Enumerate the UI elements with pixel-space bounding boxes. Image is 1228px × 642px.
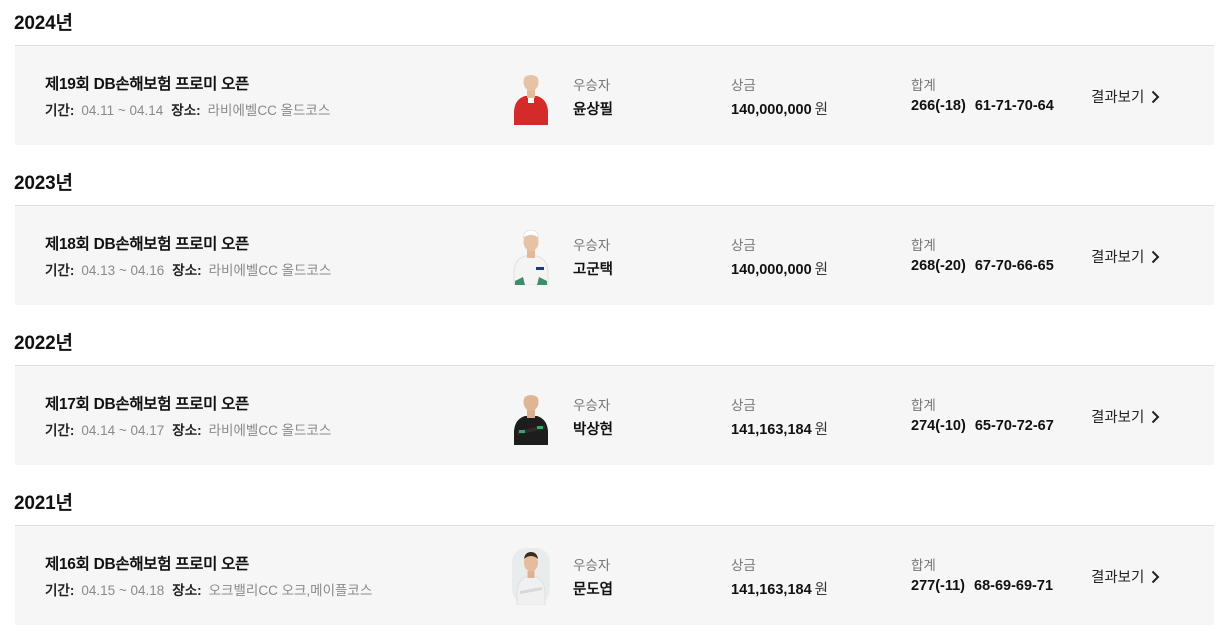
winner-photo: [511, 547, 551, 606]
venue-label: 장소:: [172, 423, 202, 438]
winner-label: 우승자: [573, 558, 611, 573]
tournament-meta: 기간: 04.13 ~ 04.16 장소: 라비에벨CC 올드코스: [45, 259, 331, 279]
total-score: 266(-18): [911, 98, 966, 114]
venue-label: 장소:: [172, 263, 202, 278]
winner-label: 우승자: [573, 238, 611, 253]
prize-amount: 141,163,184: [731, 422, 812, 438]
view-results-link[interactable]: 결과보기: [1091, 566, 1160, 587]
chevron-right-icon: [1152, 90, 1160, 103]
year-heading: 2021년: [14, 493, 73, 514]
tournament-card: 제16회 DB손해보험 프로미 오픈 기간: 04.15 ~ 04.18 장소: 오크…: [15, 525, 1214, 625]
tournament-title: 제19회 DB손해보험 프로미 오픈: [45, 76, 250, 93]
tournament-history: 2024년 제19회 DB손해보험 프로미 오픈 기간: 04.11 ~ 04.1…: [0, 0, 1228, 642]
total-value: 266(-18) 61-71-70-64: [911, 98, 1054, 114]
tournament-title: 제16회 DB손해보험 프로미 오픈: [45, 556, 250, 573]
venue-label: 장소:: [172, 583, 202, 598]
tournament-card: 제17회 DB손해보험 프로미 오픈 기간: 04.14 ~ 04.17 장소: 라비…: [15, 365, 1214, 465]
chevron-right-icon: [1152, 570, 1160, 583]
year-heading: 2024년: [14, 13, 73, 34]
prize-amount: 141,163,184: [731, 582, 812, 598]
view-results-label: 결과보기: [1091, 410, 1145, 426]
winner-name: 박상현: [573, 422, 614, 438]
prize-value: 140,000,000 원: [731, 98, 828, 119]
period-label: 기간:: [45, 103, 75, 118]
venue-value: 라비에벨CC 올드코스: [208, 263, 332, 278]
chevron-right-icon: [1152, 250, 1160, 263]
tournament-meta: 기간: 04.15 ~ 04.18 장소: 오크밸리CC 오크,메이플코스: [45, 579, 372, 599]
winner-name: 고군택: [573, 262, 614, 278]
prize-value: 140,000,000 원: [731, 258, 828, 279]
tournament-meta: 기간: 04.14 ~ 04.17 장소: 라비에벨CC 올드코스: [45, 419, 331, 439]
total-score: 274(-10): [911, 418, 966, 434]
winner-label: 우승자: [573, 78, 611, 93]
prize-unit: 원: [814, 262, 828, 278]
total-value: 274(-10) 65-70-72-67: [911, 418, 1054, 434]
view-results-label: 결과보기: [1091, 570, 1145, 586]
tournament-meta: 기간: 04.11 ~ 04.14 장소: 라비에벨CC 올드코스: [45, 99, 330, 119]
total-score: 277(-11): [911, 578, 966, 594]
winner-photo: [511, 67, 551, 125]
total-score: 268(-20): [911, 258, 966, 274]
prize-label: 상금: [731, 78, 756, 93]
period-value: 04.15 ~ 04.18: [81, 583, 165, 598]
winner-name: 윤상필: [573, 102, 614, 118]
prize-amount: 140,000,000: [731, 262, 812, 278]
view-results-link[interactable]: 결과보기: [1091, 406, 1160, 427]
period-value: 04.14 ~ 04.17: [81, 423, 165, 438]
winner-name: 문도엽: [573, 582, 614, 598]
prize-label: 상금: [731, 238, 756, 253]
round-scores: 67-70-66-65: [974, 258, 1054, 274]
prize-unit: 원: [814, 102, 828, 118]
total-value: 277(-11) 68-69-69-71: [911, 578, 1053, 594]
winner-label: 우승자: [573, 398, 611, 413]
period-value: 04.13 ~ 04.16: [81, 263, 165, 278]
tournament-title: 제17회 DB손해보험 프로미 오픈: [45, 396, 250, 413]
period-value: 04.11 ~ 04.14: [81, 103, 164, 118]
period-label: 기간:: [45, 263, 75, 278]
prize-label: 상금: [731, 558, 756, 573]
venue-label: 장소:: [171, 103, 201, 118]
round-scores: 65-70-72-67: [974, 418, 1054, 434]
view-results-label: 결과보기: [1091, 90, 1145, 106]
total-label: 합계: [911, 78, 936, 93]
year-heading: 2022년: [14, 333, 73, 354]
prize-unit: 원: [814, 422, 828, 438]
round-scores: 68-69-69-71: [974, 578, 1054, 594]
prize-label: 상금: [731, 398, 756, 413]
prize-value: 141,163,184 원: [731, 418, 828, 439]
view-results-link[interactable]: 결과보기: [1091, 86, 1160, 107]
winner-photo: [511, 387, 551, 445]
view-results-label: 결과보기: [1091, 250, 1145, 266]
total-label: 합계: [911, 398, 936, 413]
prize-value: 141,163,184 원: [731, 578, 828, 599]
winner-photo: [511, 227, 551, 286]
prize-unit: 원: [814, 582, 828, 598]
round-scores: 61-71-70-64: [974, 98, 1054, 114]
period-label: 기간:: [45, 583, 75, 598]
tournament-card: 제18회 DB손해보험 프로미 오픈 기간: 04.13 ~ 04.16 장소: 라비…: [15, 205, 1214, 305]
chevron-right-icon: [1152, 410, 1160, 423]
total-label: 합계: [911, 558, 936, 573]
prize-amount: 140,000,000: [731, 102, 812, 118]
total-value: 268(-20) 67-70-66-65: [911, 258, 1054, 274]
year-heading: 2023년: [14, 173, 73, 194]
venue-value: 오크밸리CC 오크,메이플코스: [208, 583, 373, 598]
view-results-link[interactable]: 결과보기: [1091, 246, 1160, 267]
total-label: 합계: [911, 238, 936, 253]
venue-value: 라비에벨CC 올드코스: [207, 103, 331, 118]
tournament-title: 제18회 DB손해보험 프로미 오픈: [45, 236, 250, 253]
tournament-card: 제19회 DB손해보험 프로미 오픈 기간: 04.11 ~ 04.14 장소: 라비…: [15, 45, 1214, 145]
venue-value: 라비에벨CC 올드코스: [208, 423, 332, 438]
period-label: 기간:: [45, 423, 75, 438]
